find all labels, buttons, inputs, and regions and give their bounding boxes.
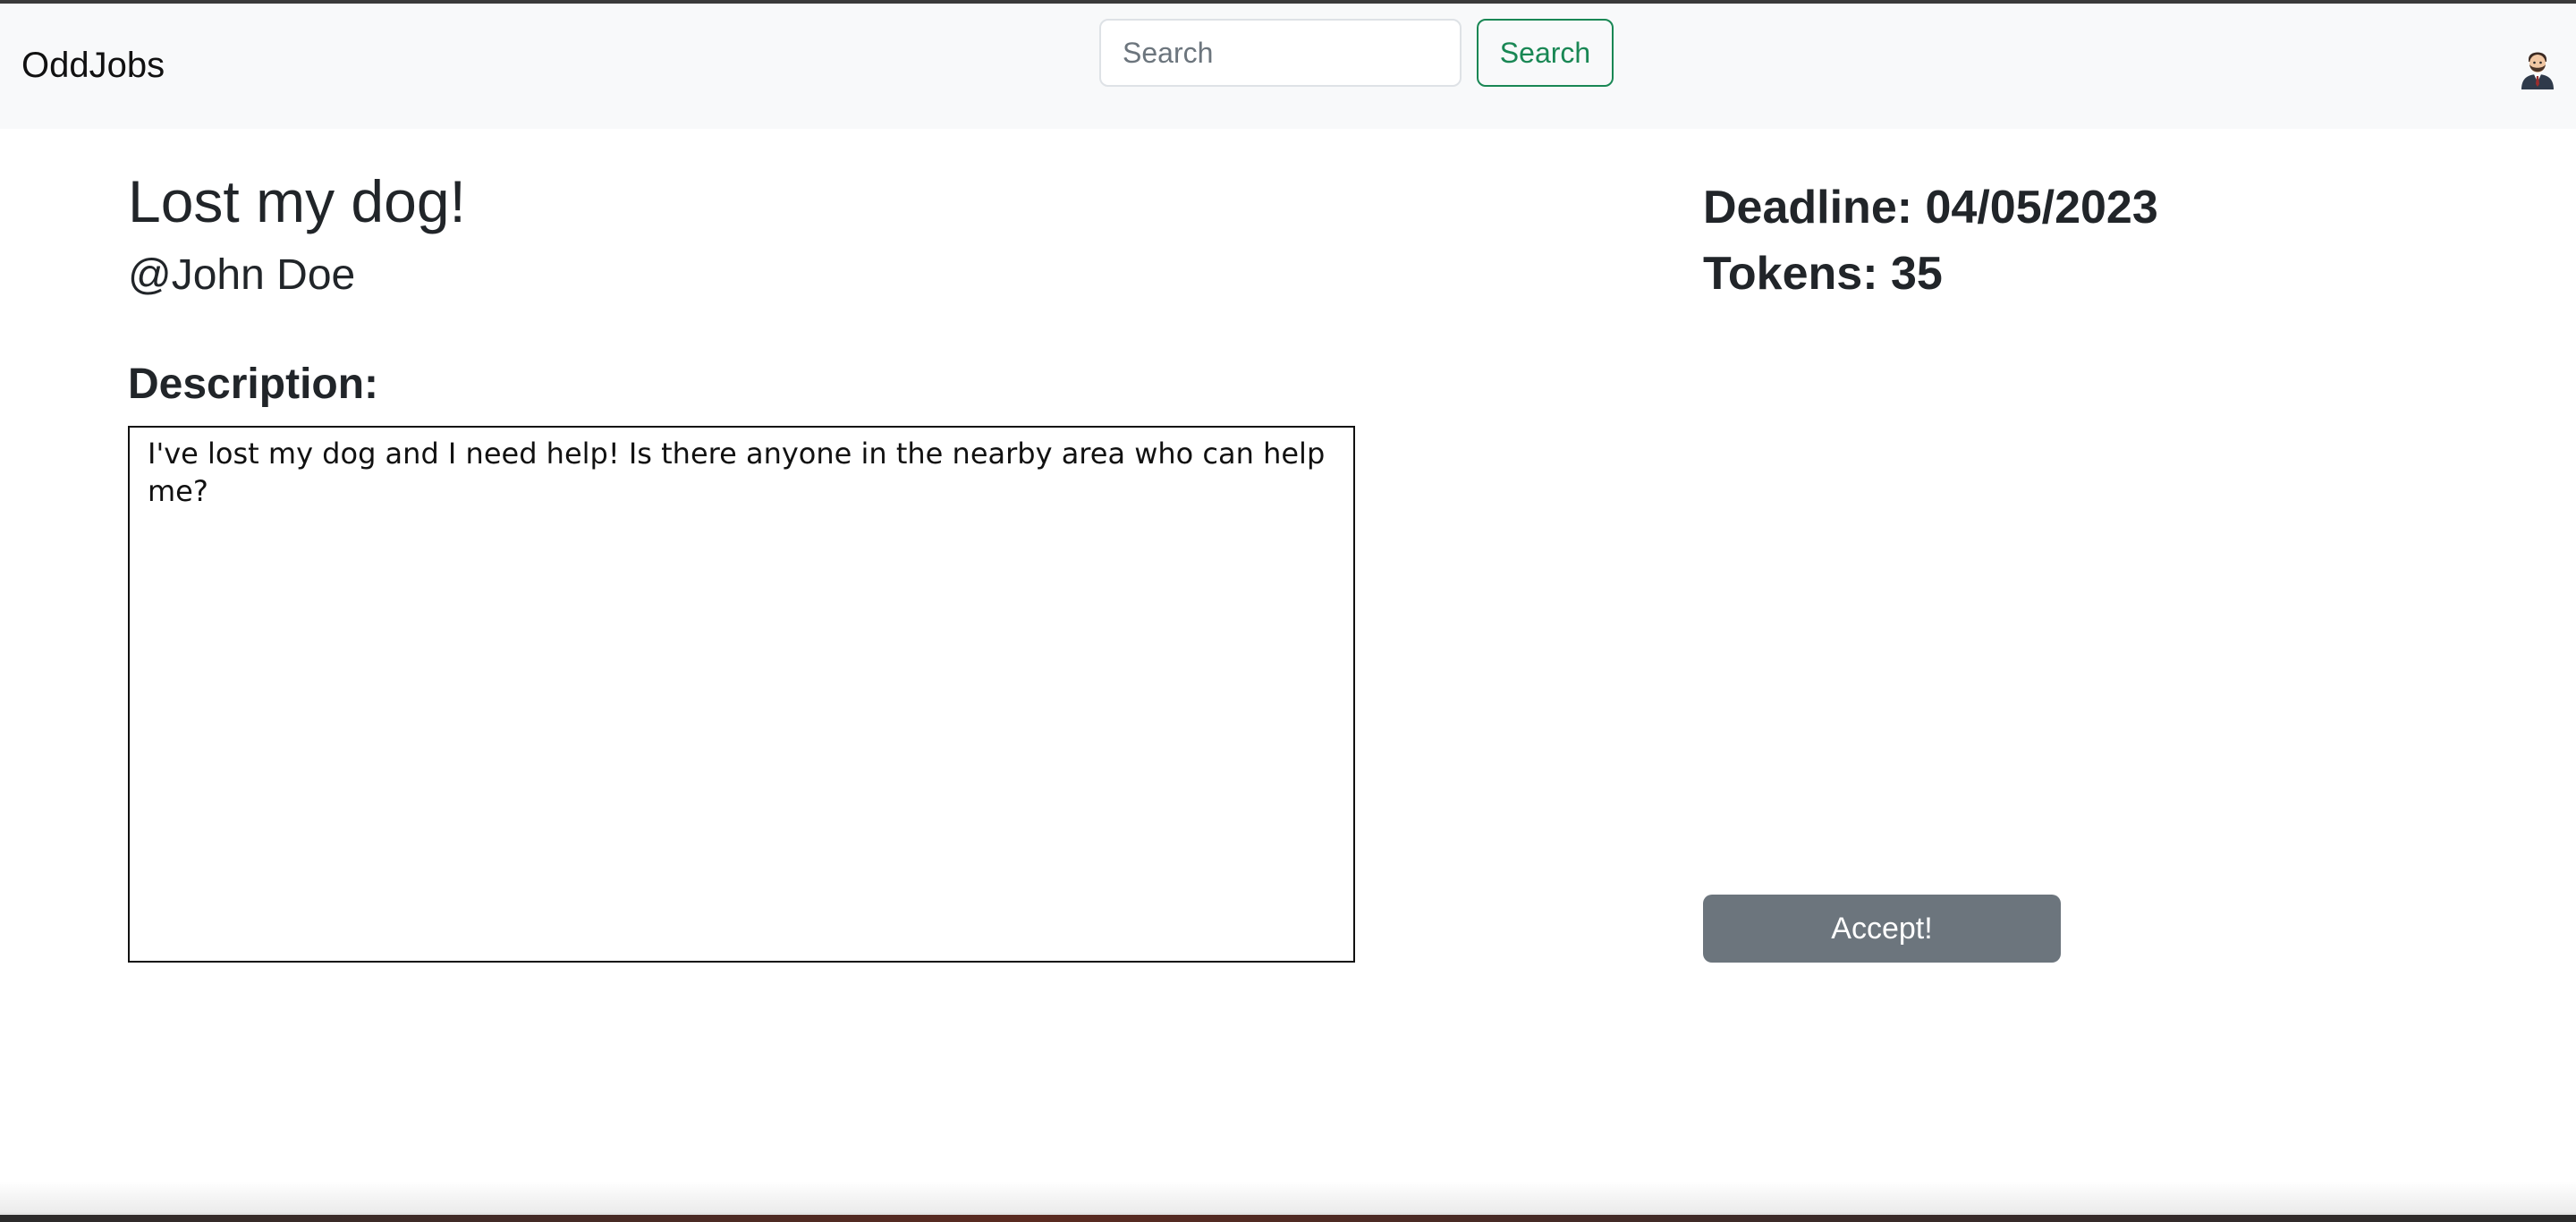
search-button[interactable]: Search (1477, 19, 1614, 87)
description-heading: Description: (128, 361, 379, 408)
avatar-illustration (2521, 52, 2554, 89)
user-avatar-icon[interactable] (2518, 47, 2557, 89)
job-title: Lost my dog! (128, 168, 466, 234)
navbar: OddJobs Search (0, 4, 2576, 129)
brand-link[interactable]: OddJobs (21, 45, 165, 86)
deadline-text: Deadline: 04/05/2023 (1703, 182, 2158, 233)
accept-button[interactable]: Accept! (1703, 895, 2061, 963)
description-box[interactable]: I've lost my dog and I need help! Is the… (128, 426, 1355, 963)
window-bottom-edge (0, 1215, 2576, 1222)
window-bottom-shadow (0, 1154, 2576, 1222)
search-input[interactable] (1099, 19, 1462, 87)
tokens-text: Tokens: 35 (1703, 248, 1943, 300)
job-author: @John Doe (128, 251, 356, 299)
